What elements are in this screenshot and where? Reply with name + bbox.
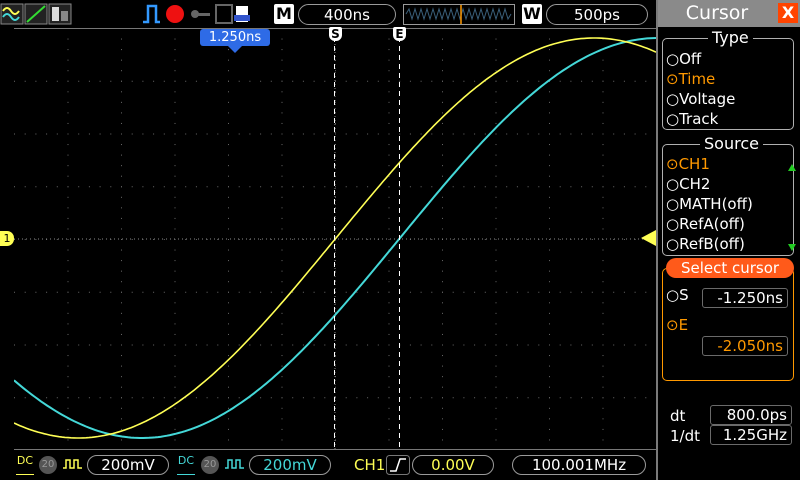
panel-header: Cursor X (658, 0, 800, 27)
scroll-down-icon[interactable] (788, 244, 796, 251)
marker-pointer-icon (228, 46, 242, 53)
source-option-refa[interactable]: ○RefA(off) (666, 215, 745, 233)
timebase-display[interactable]: 400ns (298, 4, 396, 25)
ch2-coupling-icon: DC (177, 455, 195, 475)
close-button[interactable]: X (778, 3, 798, 23)
select-cursor-label: Select cursor (666, 258, 794, 278)
dt-value: 800.0ps (710, 405, 792, 425)
panel-title: Cursor (685, 2, 749, 24)
cursor-s-tag[interactable]: S (329, 27, 342, 41)
ch2-probe-icon: 20 (201, 456, 219, 474)
window-timebase-display[interactable]: 500ps (546, 4, 648, 25)
ch1-probe-icon: 20 (39, 456, 57, 474)
trigger-rising-edge-icon[interactable] (386, 455, 410, 475)
type-option-off[interactable]: ○Off (666, 50, 701, 68)
source-option-ch1[interactable]: ⊙CH1 (666, 155, 710, 173)
trigger-position-marker[interactable]: 1.250ns (200, 29, 270, 46)
inv-dt-value: 1.25GHz (710, 425, 792, 445)
source-option-math[interactable]: ○MATH(off) (666, 195, 753, 213)
trigger-level-marker[interactable] (641, 230, 656, 246)
cursor-e-tag[interactable]: E (393, 27, 406, 41)
source-group-label: Source (700, 134, 763, 153)
record-icon (166, 5, 184, 23)
waveform-display[interactable] (14, 28, 656, 450)
cursor-menu-panel: Cursor X Type ○Off ⊙Time ○Voltage ○Track… (656, 0, 800, 480)
type-option-track[interactable]: ○Track (666, 110, 718, 128)
ch1-coupling-icon: DC (16, 455, 34, 475)
run-mode-button[interactable]: M (274, 4, 294, 24)
type-option-voltage[interactable]: ○Voltage (666, 90, 735, 108)
type-option-time[interactable]: ⊙Time (666, 70, 715, 88)
dt-label: dt (670, 407, 686, 425)
ch1-ground-marker[interactable]: 1 (0, 231, 14, 246)
source-option-ch2[interactable]: ○CH2 (666, 175, 710, 193)
display-mode-icons[interactable] (0, 3, 96, 25)
scroll-up-icon[interactable] (788, 164, 796, 171)
source-option-refb[interactable]: ○RefB(off) (666, 235, 745, 253)
cursor-e-option[interactable]: ⊙E (666, 316, 688, 334)
top-status-bar: M 400ns W 500ps (0, 0, 656, 28)
pulse-icon (143, 4, 160, 24)
trigger-level-display[interactable]: 0.00V (412, 455, 494, 475)
key-icon (191, 10, 210, 18)
inv-dt-label: 1/dt (670, 427, 700, 445)
cursor-e-value[interactable]: -2.050ns (702, 336, 788, 356)
frequency-counter: 100.001MHz (512, 455, 646, 475)
trigger-status-icons (143, 4, 250, 24)
waveform-overview (403, 4, 515, 25)
ch1-bandwidth-icon (63, 459, 82, 469)
save-icon (215, 4, 233, 24)
type-group-label: Type (708, 28, 753, 47)
ch1-volts-div[interactable]: 200mV (87, 455, 169, 475)
cursor-s-value[interactable]: -1.250ns (702, 288, 788, 308)
print-icon (234, 6, 250, 22)
window-mode-button[interactable]: W (522, 4, 542, 24)
ch2-bandwidth-icon (225, 459, 244, 469)
ch2-volts-div[interactable]: 200mV (249, 455, 331, 475)
cursor-s-option[interactable]: ○S (666, 286, 689, 304)
trigger-source[interactable]: CH1 (354, 456, 385, 475)
wave-icon (0, 3, 24, 25)
